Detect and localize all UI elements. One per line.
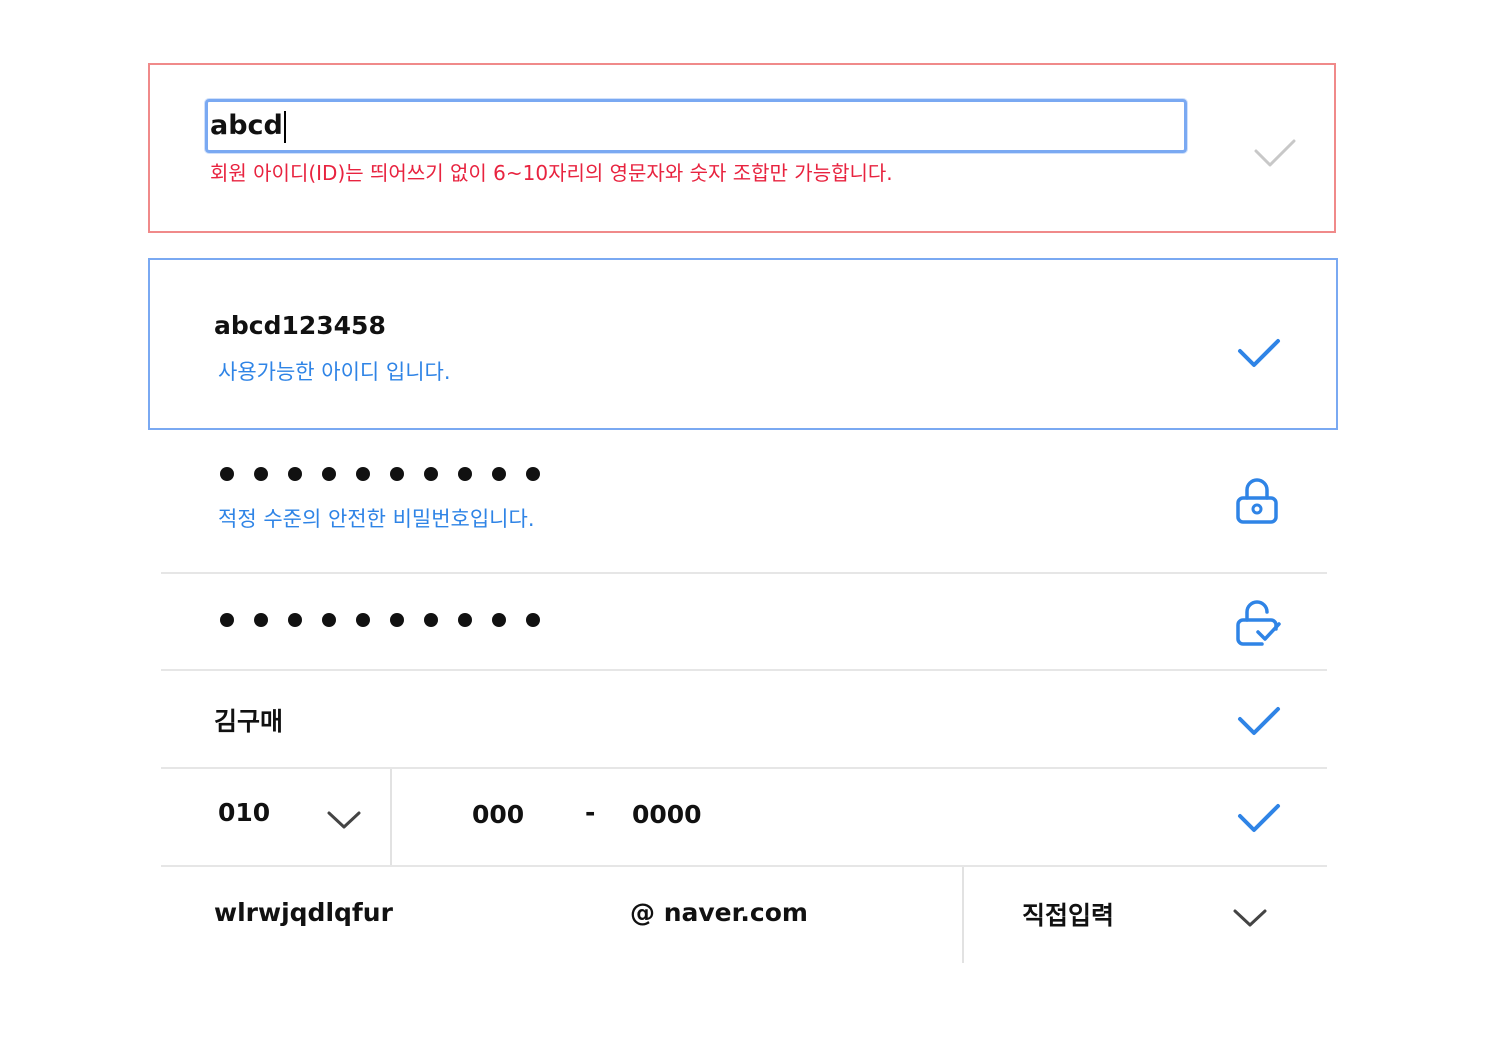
phone-last-input[interactable]: 0000 <box>632 800 702 829</box>
chevron-down-icon[interactable] <box>1233 908 1267 928</box>
email-local-input[interactable]: wlrwjqdlqfur <box>214 898 393 927</box>
check-icon <box>1238 339 1280 367</box>
divider <box>962 867 964 963</box>
password-input[interactable] <box>220 467 540 481</box>
password-dot <box>458 467 472 481</box>
password-dot <box>526 467 540 481</box>
email-domain-select[interactable]: 직접입력 <box>1022 896 1114 932</box>
phone-prefix-select[interactable]: 010 <box>218 798 270 827</box>
user-id-value[interactable]: abcd123458 <box>214 311 386 340</box>
check-icon <box>1254 139 1296 167</box>
password-dot <box>424 613 438 627</box>
user-id-input[interactable]: abcd <box>205 99 1187 153</box>
password-dot <box>220 613 234 627</box>
password-dot <box>424 467 438 481</box>
lock-check-icon <box>1236 600 1281 646</box>
password-dot <box>492 613 506 627</box>
password-dot <box>526 613 540 627</box>
user-id-field-valid <box>148 258 1338 430</box>
password-dot <box>254 613 268 627</box>
name-input[interactable]: 김구매 <box>214 702 283 738</box>
password-dot <box>322 613 336 627</box>
phone-separator: - <box>585 798 596 827</box>
check-icon <box>1238 804 1280 832</box>
password-strength-message: 적정 수준의 안전한 비밀번호입니다. <box>218 507 535 531</box>
password-dot <box>356 467 370 481</box>
lock-icon <box>1236 478 1278 524</box>
password-dot <box>254 467 268 481</box>
user-id-valid-message: 사용가능한 아이디 입니다. <box>218 360 451 384</box>
password-dot <box>390 467 404 481</box>
password-dot <box>390 613 404 627</box>
password-confirm-input[interactable] <box>220 613 540 627</box>
phone-middle-input[interactable]: 000 <box>472 800 524 829</box>
password-dot <box>356 613 370 627</box>
email-domain: @ naver.com <box>630 898 808 927</box>
password-dot <box>288 467 302 481</box>
divider <box>161 865 1327 867</box>
password-dot <box>458 613 472 627</box>
text-caret <box>283 110 286 143</box>
divider <box>161 767 1327 769</box>
password-dot <box>322 467 336 481</box>
password-dot <box>492 467 506 481</box>
divider <box>161 572 1327 574</box>
password-dot <box>288 613 302 627</box>
chevron-down-icon[interactable] <box>327 810 361 830</box>
password-dot <box>220 467 234 481</box>
user-id-input-value: abcd <box>210 110 283 141</box>
check-icon <box>1238 707 1280 735</box>
user-id-error-message: 회원 아이디(ID)는 띄어쓰기 없이 6~10자리의 영문자와 숫자 조합만 … <box>210 161 893 185</box>
divider <box>390 769 392 865</box>
divider <box>161 669 1327 671</box>
